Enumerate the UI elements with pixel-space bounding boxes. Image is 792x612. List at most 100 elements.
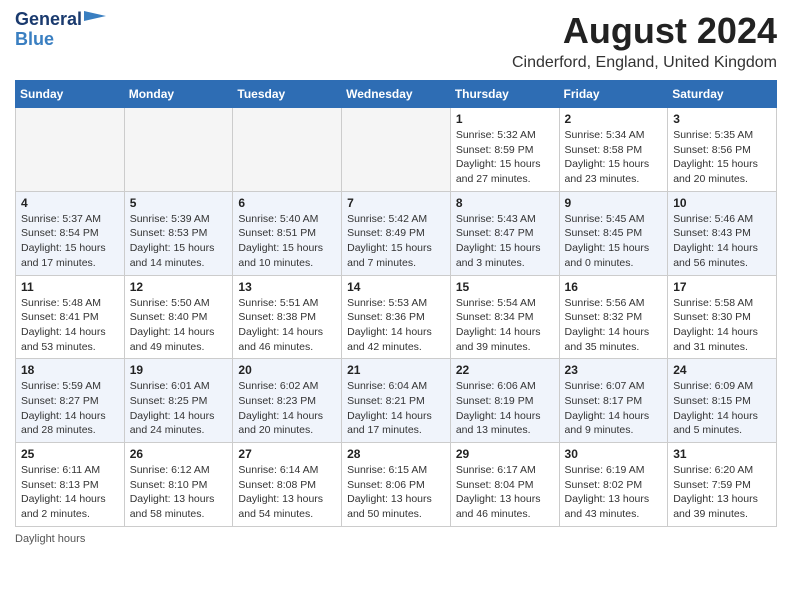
day-info: Sunrise: 5:48 AM Sunset: 8:41 PM Dayligh… bbox=[21, 296, 119, 355]
day-cell: 8Sunrise: 5:43 AM Sunset: 8:47 PM Daylig… bbox=[450, 191, 559, 275]
day-cell: 3 Sunrise: 5:35 AM Sunset: 8:56 PM Daylig… bbox=[668, 108, 777, 192]
day-cell: 26 Sunrise: 6:12 AM Sunset: 8:10 PM Dayli… bbox=[124, 443, 233, 527]
day-cell: 23Sunrise: 6:07 AM Sunset: 8:17 PM Dayli… bbox=[559, 359, 668, 443]
day-info: Sunrise: 5:45 AM Sunset: 8:45 PM Dayligh… bbox=[565, 212, 663, 271]
day-number: 25 bbox=[21, 447, 119, 461]
day-number: 9 bbox=[565, 196, 663, 210]
day-cell: 9 Sunrise: 5:45 AM Sunset: 8:45 PM Daylig… bbox=[559, 191, 668, 275]
day-number: 1 bbox=[456, 112, 554, 126]
day-info: Sunrise: 5:51 AM Sunset: 8:38 PM Dayligh… bbox=[238, 296, 336, 355]
title-block: August 2024 Cinderford, England, United … bbox=[512, 10, 777, 72]
logo-flag-icon bbox=[84, 11, 106, 27]
calendar-table: SundayMondayTuesdayWednesdayThursdayFrid… bbox=[15, 80, 777, 527]
col-header-saturday: Saturday bbox=[668, 81, 777, 108]
day-info: Sunrise: 6:01 AM Sunset: 8:25 PM Dayligh… bbox=[130, 379, 228, 438]
day-cell bbox=[342, 108, 451, 192]
day-number: 30 bbox=[565, 447, 663, 461]
day-cell: 6 Sunrise: 5:40 AM Sunset: 8:51 PM Daylig… bbox=[233, 191, 342, 275]
day-number: 17 bbox=[673, 280, 771, 294]
day-cell: 7 Sunrise: 5:42 AM Sunset: 8:49 PM Daylig… bbox=[342, 191, 451, 275]
subtitle: Cinderford, England, United Kingdom bbox=[512, 54, 777, 72]
day-cell: 25Sunrise: 6:11 AM Sunset: 8:13 PM Dayli… bbox=[16, 443, 125, 527]
header: General Blue August 2024 Cinderford, Eng… bbox=[15, 10, 777, 72]
day-cell: 16 Sunrise: 5:56 AM Sunset: 8:32 PM Dayli… bbox=[559, 275, 668, 359]
day-cell: 30 Sunrise: 6:19 AM Sunset: 8:02 PM Dayli… bbox=[559, 443, 668, 527]
day-number: 22 bbox=[456, 363, 554, 377]
logo-general: General bbox=[15, 10, 82, 30]
day-info: Sunrise: 6:20 AM Sunset: 7:59 PM Dayligh… bbox=[673, 463, 771, 522]
day-info: Sunrise: 5:40 AM Sunset: 8:51 PM Dayligh… bbox=[238, 212, 336, 271]
day-cell bbox=[16, 108, 125, 192]
day-cell bbox=[124, 108, 233, 192]
day-number: 11 bbox=[21, 280, 119, 294]
day-number: 28 bbox=[347, 447, 445, 461]
day-cell: 21 Sunrise: 6:04 AM Sunset: 8:21 PM Dayli… bbox=[342, 359, 451, 443]
col-header-friday: Friday bbox=[559, 81, 668, 108]
col-header-sunday: Sunday bbox=[16, 81, 125, 108]
day-number: 5 bbox=[130, 196, 228, 210]
main-title: August 2024 bbox=[512, 10, 777, 52]
day-cell: 14 Sunrise: 5:53 AM Sunset: 8:36 PM Dayli… bbox=[342, 275, 451, 359]
calendar-header-row: SundayMondayTuesdayWednesdayThursdayFrid… bbox=[16, 81, 777, 108]
day-info: Sunrise: 5:32 AM Sunset: 8:59 PM Dayligh… bbox=[456, 128, 554, 187]
day-cell: 22 Sunrise: 6:06 AM Sunset: 8:19 PM Dayli… bbox=[450, 359, 559, 443]
week-row-2: 4Sunrise: 5:37 AM Sunset: 8:54 PM Daylig… bbox=[16, 191, 777, 275]
day-cell: 28 Sunrise: 6:15 AM Sunset: 8:06 PM Dayli… bbox=[342, 443, 451, 527]
day-number: 24 bbox=[673, 363, 771, 377]
day-cell: 10Sunrise: 5:46 AM Sunset: 8:43 PM Dayli… bbox=[668, 191, 777, 275]
day-info: Sunrise: 5:39 AM Sunset: 8:53 PM Dayligh… bbox=[130, 212, 228, 271]
day-info: Sunrise: 5:34 AM Sunset: 8:58 PM Dayligh… bbox=[565, 128, 663, 187]
day-info: Sunrise: 6:04 AM Sunset: 8:21 PM Dayligh… bbox=[347, 379, 445, 438]
day-info: Sunrise: 5:43 AM Sunset: 8:47 PM Dayligh… bbox=[456, 212, 554, 271]
day-info: Sunrise: 5:42 AM Sunset: 8:49 PM Dayligh… bbox=[347, 212, 445, 271]
day-number: 31 bbox=[673, 447, 771, 461]
day-number: 16 bbox=[565, 280, 663, 294]
day-number: 26 bbox=[130, 447, 228, 461]
day-info: Sunrise: 5:50 AM Sunset: 8:40 PM Dayligh… bbox=[130, 296, 228, 355]
day-info: Sunrise: 5:58 AM Sunset: 8:30 PM Dayligh… bbox=[673, 296, 771, 355]
day-number: 20 bbox=[238, 363, 336, 377]
day-cell: 17 Sunrise: 5:58 AM Sunset: 8:30 PM Dayli… bbox=[668, 275, 777, 359]
day-info: Sunrise: 5:59 AM Sunset: 8:27 PM Dayligh… bbox=[21, 379, 119, 438]
week-row-3: 11 Sunrise: 5:48 AM Sunset: 8:41 PM Dayli… bbox=[16, 275, 777, 359]
day-info: Sunrise: 6:02 AM Sunset: 8:23 PM Dayligh… bbox=[238, 379, 336, 438]
day-cell: 2Sunrise: 5:34 AM Sunset: 8:58 PM Daylig… bbox=[559, 108, 668, 192]
day-info: Sunrise: 6:19 AM Sunset: 8:02 PM Dayligh… bbox=[565, 463, 663, 522]
day-info: Sunrise: 5:56 AM Sunset: 8:32 PM Dayligh… bbox=[565, 296, 663, 355]
footer-note: Daylight hours bbox=[15, 533, 777, 545]
day-number: 7 bbox=[347, 196, 445, 210]
day-info: Sunrise: 5:53 AM Sunset: 8:36 PM Dayligh… bbox=[347, 296, 445, 355]
day-cell: 5 Sunrise: 5:39 AM Sunset: 8:53 PM Daylig… bbox=[124, 191, 233, 275]
day-number: 14 bbox=[347, 280, 445, 294]
day-number: 21 bbox=[347, 363, 445, 377]
day-number: 27 bbox=[238, 447, 336, 461]
col-header-tuesday: Tuesday bbox=[233, 81, 342, 108]
day-number: 19 bbox=[130, 363, 228, 377]
day-info: Sunrise: 6:09 AM Sunset: 8:15 PM Dayligh… bbox=[673, 379, 771, 438]
day-number: 3 bbox=[673, 112, 771, 126]
day-cell: 20 Sunrise: 6:02 AM Sunset: 8:23 PM Dayli… bbox=[233, 359, 342, 443]
week-row-5: 25Sunrise: 6:11 AM Sunset: 8:13 PM Dayli… bbox=[16, 443, 777, 527]
day-info: Sunrise: 6:17 AM Sunset: 8:04 PM Dayligh… bbox=[456, 463, 554, 522]
day-info: Sunrise: 6:15 AM Sunset: 8:06 PM Dayligh… bbox=[347, 463, 445, 522]
day-cell: 1 Sunrise: 5:32 AM Sunset: 8:59 PM Daylig… bbox=[450, 108, 559, 192]
day-cell bbox=[233, 108, 342, 192]
day-cell: 11 Sunrise: 5:48 AM Sunset: 8:41 PM Dayli… bbox=[16, 275, 125, 359]
day-info: Sunrise: 5:37 AM Sunset: 8:54 PM Dayligh… bbox=[21, 212, 119, 271]
day-number: 18 bbox=[21, 363, 119, 377]
day-cell: 12Sunrise: 5:50 AM Sunset: 8:40 PM Dayli… bbox=[124, 275, 233, 359]
day-info: Sunrise: 5:35 AM Sunset: 8:56 PM Dayligh… bbox=[673, 128, 771, 187]
day-cell: 19 Sunrise: 6:01 AM Sunset: 8:25 PM Dayli… bbox=[124, 359, 233, 443]
day-info: Sunrise: 6:12 AM Sunset: 8:10 PM Dayligh… bbox=[130, 463, 228, 522]
day-number: 15 bbox=[456, 280, 554, 294]
day-info: Sunrise: 6:06 AM Sunset: 8:19 PM Dayligh… bbox=[456, 379, 554, 438]
day-cell: 15 Sunrise: 5:54 AM Sunset: 8:34 PM Dayli… bbox=[450, 275, 559, 359]
day-number: 23 bbox=[565, 363, 663, 377]
day-number: 10 bbox=[673, 196, 771, 210]
day-cell: 24 Sunrise: 6:09 AM Sunset: 8:15 PM Dayli… bbox=[668, 359, 777, 443]
logo-blue: Blue bbox=[15, 30, 54, 50]
day-number: 6 bbox=[238, 196, 336, 210]
logo: General Blue bbox=[15, 10, 106, 50]
day-info: Sunrise: 5:54 AM Sunset: 8:34 PM Dayligh… bbox=[456, 296, 554, 355]
week-row-1: 1 Sunrise: 5:32 AM Sunset: 8:59 PM Daylig… bbox=[16, 108, 777, 192]
